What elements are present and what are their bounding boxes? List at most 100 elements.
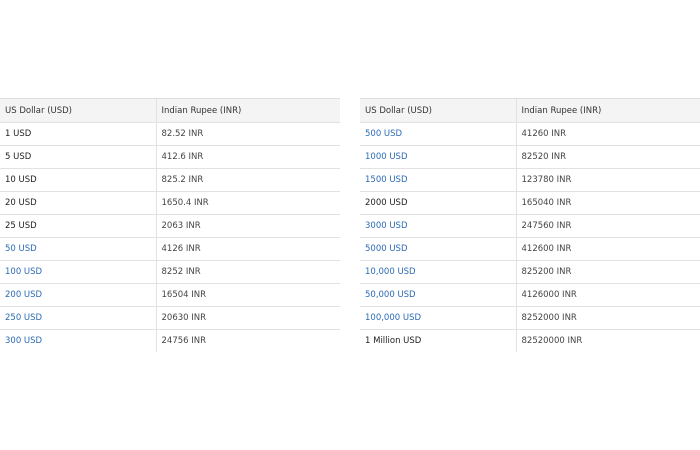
usd-cell: 3000 USD <box>360 214 516 238</box>
conversion-table-left: US Dollar (USD) Indian Rupee (INR) 1 USD… <box>0 98 340 352</box>
usd-amount-text: 5 USD <box>5 152 32 162</box>
inr-amount-text: 412600 INR <box>521 244 572 254</box>
inr-cell: 4126 INR <box>155 237 340 261</box>
usd-cell: 250 USD <box>0 306 156 330</box>
inr-amount-text: 165040 INR <box>521 198 572 208</box>
usd-amount-link[interactable]: 50,000 USD <box>365 290 416 300</box>
usd-amount-text: 1 USD <box>5 129 32 139</box>
inr-amount-text: 412.6 INR <box>161 152 204 162</box>
table-row: 100,000 USD 8252000 INR <box>360 306 700 330</box>
table-row: 5 USD 412.6 INR <box>0 145 340 169</box>
table-row: 3000 USD 247560 INR <box>360 214 700 238</box>
table-row: 1500 USD 123780 INR <box>360 168 700 192</box>
usd-cell: 1 USD <box>0 122 156 146</box>
inr-amount-text: 8252 INR <box>161 267 201 277</box>
usd-cell: 20 USD <box>0 191 156 215</box>
usd-cell: 5000 USD <box>360 237 516 261</box>
usd-cell: 5 USD <box>0 145 156 169</box>
inr-cell: 825200 INR <box>515 260 700 284</box>
usd-amount-link[interactable]: 300 USD <box>5 336 42 346</box>
usd-amount-text: 10 USD <box>5 175 37 185</box>
table-row: 500 USD 41260 INR <box>360 122 700 146</box>
inr-cell: 82.52 INR <box>155 122 340 146</box>
table-row: 10 USD 825.2 INR <box>0 168 340 192</box>
table-row: 20 USD 1650.4 INR <box>0 191 340 215</box>
inr-cell: 247560 INR <box>515 214 700 238</box>
usd-cell: 200 USD <box>0 283 156 307</box>
usd-amount-link[interactable]: 1000 USD <box>365 152 408 162</box>
usd-amount-link[interactable]: 1500 USD <box>365 175 408 185</box>
usd-amount-text: 25 USD <box>5 221 37 231</box>
inr-cell: 82520000 INR <box>515 329 700 352</box>
usd-amount-link[interactable]: 10,000 USD <box>365 267 416 277</box>
table-row: 50 USD 4126 INR <box>0 237 340 261</box>
inr-cell: 1650.4 INR <box>155 191 340 215</box>
inr-cell: 8252 INR <box>155 260 340 284</box>
inr-amount-text: 8252000 INR <box>521 313 577 323</box>
table-row: 200 USD 16504 INR <box>0 283 340 307</box>
inr-amount-text: 82520 INR <box>521 152 567 162</box>
table-row: 50,000 USD 4126000 INR <box>360 283 700 307</box>
usd-cell: 50,000 USD <box>360 283 516 307</box>
usd-cell: 50 USD <box>0 237 156 261</box>
inr-cell: 412600 INR <box>515 237 700 261</box>
inr-cell: 4126000 INR <box>515 283 700 307</box>
inr-cell: 825.2 INR <box>155 168 340 192</box>
inr-amount-text: 82520000 INR <box>521 336 583 346</box>
table-row: 1 Million USD 82520000 INR <box>360 329 700 353</box>
usd-cell: 1 Million USD <box>360 330 516 353</box>
table-row: 2000 USD 165040 INR <box>360 191 700 215</box>
inr-cell: 165040 INR <box>515 191 700 215</box>
inr-cell: 412.6 INR <box>155 145 340 169</box>
usd-cell: 1000 USD <box>360 145 516 169</box>
inr-column-header: Indian Rupee (INR) <box>155 98 340 123</box>
inr-amount-text: 4126 INR <box>161 244 201 254</box>
usd-amount-link[interactable]: 500 USD <box>365 129 402 139</box>
inr-cell: 16504 INR <box>155 283 340 307</box>
usd-amount-text: 1 Million USD <box>365 336 422 346</box>
conversion-table-right: US Dollar (USD) Indian Rupee (INR) 500 U… <box>360 98 700 352</box>
inr-amount-text: 123780 INR <box>521 175 572 185</box>
inr-column-header: Indian Rupee (INR) <box>515 98 700 123</box>
usd-cell: 500 USD <box>360 122 516 146</box>
inr-cell: 123780 INR <box>515 168 700 192</box>
usd-column-header: US Dollar (USD) <box>0 98 156 123</box>
inr-amount-text: 20630 INR <box>161 313 207 323</box>
inr-amount-text: 1650.4 INR <box>161 198 209 208</box>
table-row: 250 USD 20630 INR <box>0 306 340 330</box>
inr-cell: 41260 INR <box>515 122 700 146</box>
usd-cell: 100 USD <box>0 260 156 284</box>
usd-amount-text: 2000 USD <box>365 198 408 208</box>
usd-amount-text: 20 USD <box>5 198 37 208</box>
inr-cell: 2063 INR <box>155 214 340 238</box>
inr-amount-text: 825200 INR <box>521 267 572 277</box>
usd-column-header: US Dollar (USD) <box>360 98 516 123</box>
table-body: 500 USD 41260 INR 1000 USD 82520 INR 1500 US… <box>360 122 700 353</box>
inr-cell: 20630 INR <box>155 306 340 330</box>
table-row: 300 USD 24756 INR <box>0 329 340 353</box>
table-row: 100 USD 8252 INR <box>0 260 340 284</box>
table-body: 1 USD 82.52 INR 5 USD 412.6 INR 10 USD 825.2 … <box>0 122 340 353</box>
inr-cell: 82520 INR <box>515 145 700 169</box>
usd-amount-link[interactable]: 100 USD <box>5 267 42 277</box>
usd-amount-link[interactable]: 100,000 USD <box>365 313 421 323</box>
usd-cell: 10 USD <box>0 168 156 192</box>
usd-amount-link[interactable]: 3000 USD <box>365 221 408 231</box>
table-header-row: US Dollar (USD) Indian Rupee (INR) <box>0 98 340 123</box>
inr-cell: 8252000 INR <box>515 306 700 330</box>
inr-amount-text: 247560 INR <box>521 221 572 231</box>
usd-amount-link[interactable]: 250 USD <box>5 313 42 323</box>
usd-amount-link[interactable]: 200 USD <box>5 290 42 300</box>
usd-cell: 2000 USD <box>360 191 516 215</box>
inr-cell: 24756 INR <box>155 329 340 352</box>
inr-amount-text: 825.2 INR <box>161 175 204 185</box>
inr-amount-text: 16504 INR <box>161 290 207 300</box>
usd-cell: 300 USD <box>0 330 156 353</box>
table-header-row: US Dollar (USD) Indian Rupee (INR) <box>360 98 700 123</box>
table-row: 1 USD 82.52 INR <box>0 122 340 146</box>
inr-amount-text: 2063 INR <box>161 221 201 231</box>
usd-amount-link[interactable]: 50 USD <box>5 244 37 254</box>
usd-amount-link[interactable]: 5000 USD <box>365 244 408 254</box>
usd-cell: 10,000 USD <box>360 260 516 284</box>
table-row: 25 USD 2063 INR <box>0 214 340 238</box>
